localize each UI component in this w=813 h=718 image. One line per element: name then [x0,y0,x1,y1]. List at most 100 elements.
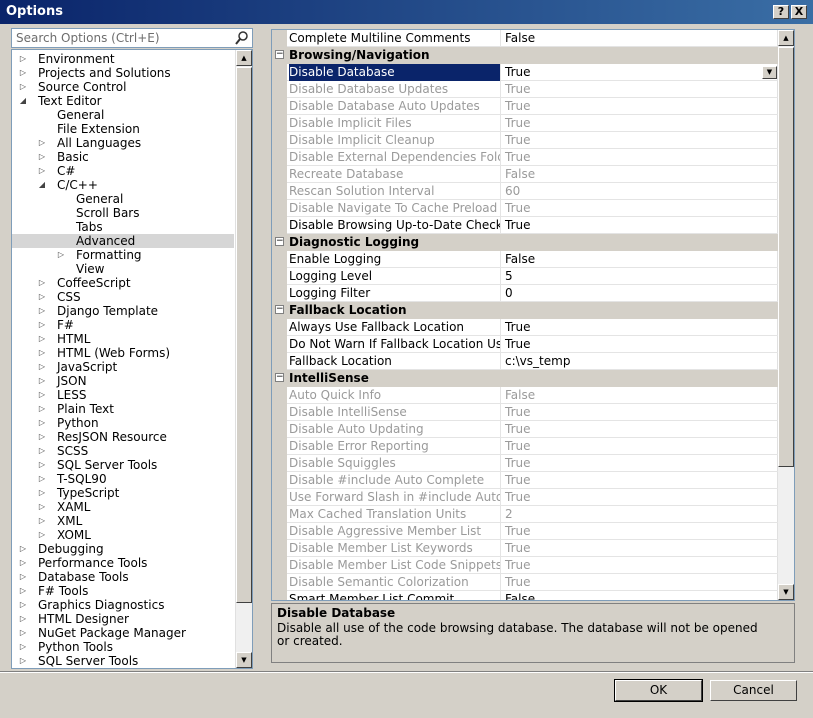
tree-node[interactable]: ▷ Projects and Solutions [12,66,234,80]
tree-node[interactable]: General [12,192,234,206]
tree-node[interactable]: ▷ TypeScript [12,486,234,500]
property-grid[interactable]: ▲ ▼ Complete Multiline Comments False − Bro… [271,29,795,601]
collapsed-arrow-icon[interactable]: ▷ [37,472,47,486]
tree-node[interactable]: ▷ F# Tools [12,584,234,598]
tree-node[interactable]: ◢ C/C++ [12,178,234,192]
collapsed-arrow-icon[interactable]: ▷ [18,556,28,570]
property-value[interactable]: True [505,455,775,471]
search-options-input[interactable]: Search Options (Ctrl+E) [11,28,253,48]
tree-node[interactable]: ▷ Formatting [12,248,234,262]
property-row[interactable]: Disable Squiggles True [272,455,778,472]
tree-node[interactable]: ▷ HTML [12,332,234,346]
collapsed-arrow-icon[interactable]: ▷ [37,416,47,430]
category-row[interactable]: − Fallback Location [272,302,778,319]
search-icon[interactable] [235,30,249,49]
tree-node[interactable]: View [12,262,234,276]
collapsed-arrow-icon[interactable]: ▷ [37,500,47,514]
help-button[interactable]: ? [773,5,789,19]
property-value[interactable]: True [505,149,775,165]
property-row[interactable]: Disable Database True ▼ [272,64,778,81]
collapsed-arrow-icon[interactable]: ▷ [18,80,28,94]
collapsed-arrow-icon[interactable]: ▷ [37,136,47,150]
property-value[interactable]: False [505,387,775,403]
category-row[interactable]: − Diagnostic Logging [272,234,778,251]
dropdown-arrow-icon[interactable]: ▼ [762,66,777,79]
property-value[interactable]: True [505,557,775,573]
property-value[interactable]: 0 [505,285,775,301]
tree-node[interactable]: ▷ Python Tools [12,640,234,654]
property-row[interactable]: Disable Auto Updating True [272,421,778,438]
property-row[interactable]: Disable IntelliSense True [272,404,778,421]
collapsed-arrow-icon[interactable]: ▷ [37,150,47,164]
collapsed-arrow-icon[interactable]: ▷ [37,290,47,304]
tree-node[interactable]: ▷ XAML [12,500,234,514]
grid-scroll-down-button[interactable]: ▼ [778,584,794,600]
property-row[interactable]: Enable Logging False [272,251,778,268]
property-value[interactable]: True [505,523,775,539]
collapsed-arrow-icon[interactable]: ▷ [37,276,47,290]
tree-node[interactable]: ▷ CSS [12,290,234,304]
collapsed-arrow-icon[interactable]: ▷ [37,458,47,472]
property-row[interactable]: Do Not Warn If Fallback Location Used Tru… [272,336,778,353]
property-value[interactable]: 60 [505,183,775,199]
property-row[interactable]: Disable Database Auto Updates True [272,98,778,115]
tree-node[interactable]: ▷ SQL Server Tools [12,458,234,472]
collapsed-arrow-icon[interactable]: ▷ [56,248,66,262]
tree-node[interactable]: ▷ F# [12,318,234,332]
tree-node[interactable]: ▷ Debugging [12,542,234,556]
collapse-toggle-icon[interactable]: − [275,373,284,382]
grid-scroll-up-button[interactable]: ▲ [778,30,794,46]
collapsed-arrow-icon[interactable]: ▷ [18,640,28,654]
property-row[interactable]: Max Cached Translation Units 2 [272,506,778,523]
property-row[interactable]: Logging Filter 0 [272,285,778,302]
property-row[interactable]: Smart Member List Commit False [272,591,778,600]
property-row[interactable]: Disable #include Auto Complete True [272,472,778,489]
tree-node[interactable]: ▷ ResJSON Resource [12,430,234,444]
tree-node[interactable]: ▷ Django Template [12,304,234,318]
tree-node[interactable]: ▷ C# [12,164,234,178]
property-value[interactable]: False [505,30,775,46]
collapsed-arrow-icon[interactable]: ▷ [37,430,47,444]
tree-node[interactable]: ▷ NuGet Package Manager [12,626,234,640]
tree-node[interactable]: ▷ Graphics Diagnostics [12,598,234,612]
tree-node[interactable]: ▷ HTML Designer [12,612,234,626]
collapsed-arrow-icon[interactable]: ▷ [37,360,47,374]
property-row[interactable]: Disable Member List Keywords True [272,540,778,557]
expanded-arrow-icon[interactable]: ◢ [18,94,28,108]
property-value[interactable]: True [505,319,775,335]
property-value[interactable]: True [505,404,775,420]
collapsed-arrow-icon[interactable]: ▷ [37,332,47,346]
tree-node[interactable]: ▷ T-SQL90 [12,472,234,486]
tree-node[interactable]: ▷ All Languages [12,136,234,150]
collapse-toggle-icon[interactable]: − [275,305,284,314]
collapsed-arrow-icon[interactable]: ▷ [37,388,47,402]
tree-node[interactable]: ▷ JSON [12,374,234,388]
property-value[interactable]: 2 [505,506,775,522]
tree-node[interactable]: ▷ Basic [12,150,234,164]
property-row[interactable]: Disable Member List Code Snippets True [272,557,778,574]
grid-scrollbar[interactable]: ▲ ▼ [777,30,794,600]
collapsed-arrow-icon[interactable]: ▷ [37,374,47,388]
category-row[interactable]: − Browsing/Navigation [272,47,778,64]
property-row[interactable]: Disable Implicit Cleanup True [272,132,778,149]
property-value[interactable]: True [505,217,775,233]
property-value[interactable]: True [505,574,775,590]
tree-node[interactable]: ▷ LESS [12,388,234,402]
property-row[interactable]: Disable Browsing Up-to-Date Check True [272,217,778,234]
tree-node[interactable]: ▷ XML [12,514,234,528]
property-row[interactable]: Auto Quick Info False [272,387,778,404]
property-value[interactable]: False [505,251,775,267]
cancel-button[interactable]: Cancel [710,680,797,701]
property-value[interactable]: True [505,472,775,488]
collapsed-arrow-icon[interactable]: ▷ [37,304,47,318]
collapsed-arrow-icon[interactable]: ▷ [18,542,28,556]
tree-scroll-up-button[interactable]: ▲ [236,50,252,66]
tree-node[interactable]: Advanced [12,234,234,248]
options-tree[interactable]: ▲ ▼ ▷ Environment ▷ Projects and Solutions ▷… [11,49,253,669]
tree-node[interactable]: ▷ Database Tools [12,570,234,584]
grid-scroll-thumb[interactable] [778,47,794,467]
tree-node[interactable]: General [12,108,234,122]
tree-node[interactable]: ▷ Environment [12,52,234,66]
tree-node[interactable]: ▷ Source Control [12,80,234,94]
property-row[interactable]: Fallback Location c:\vs_temp [272,353,778,370]
